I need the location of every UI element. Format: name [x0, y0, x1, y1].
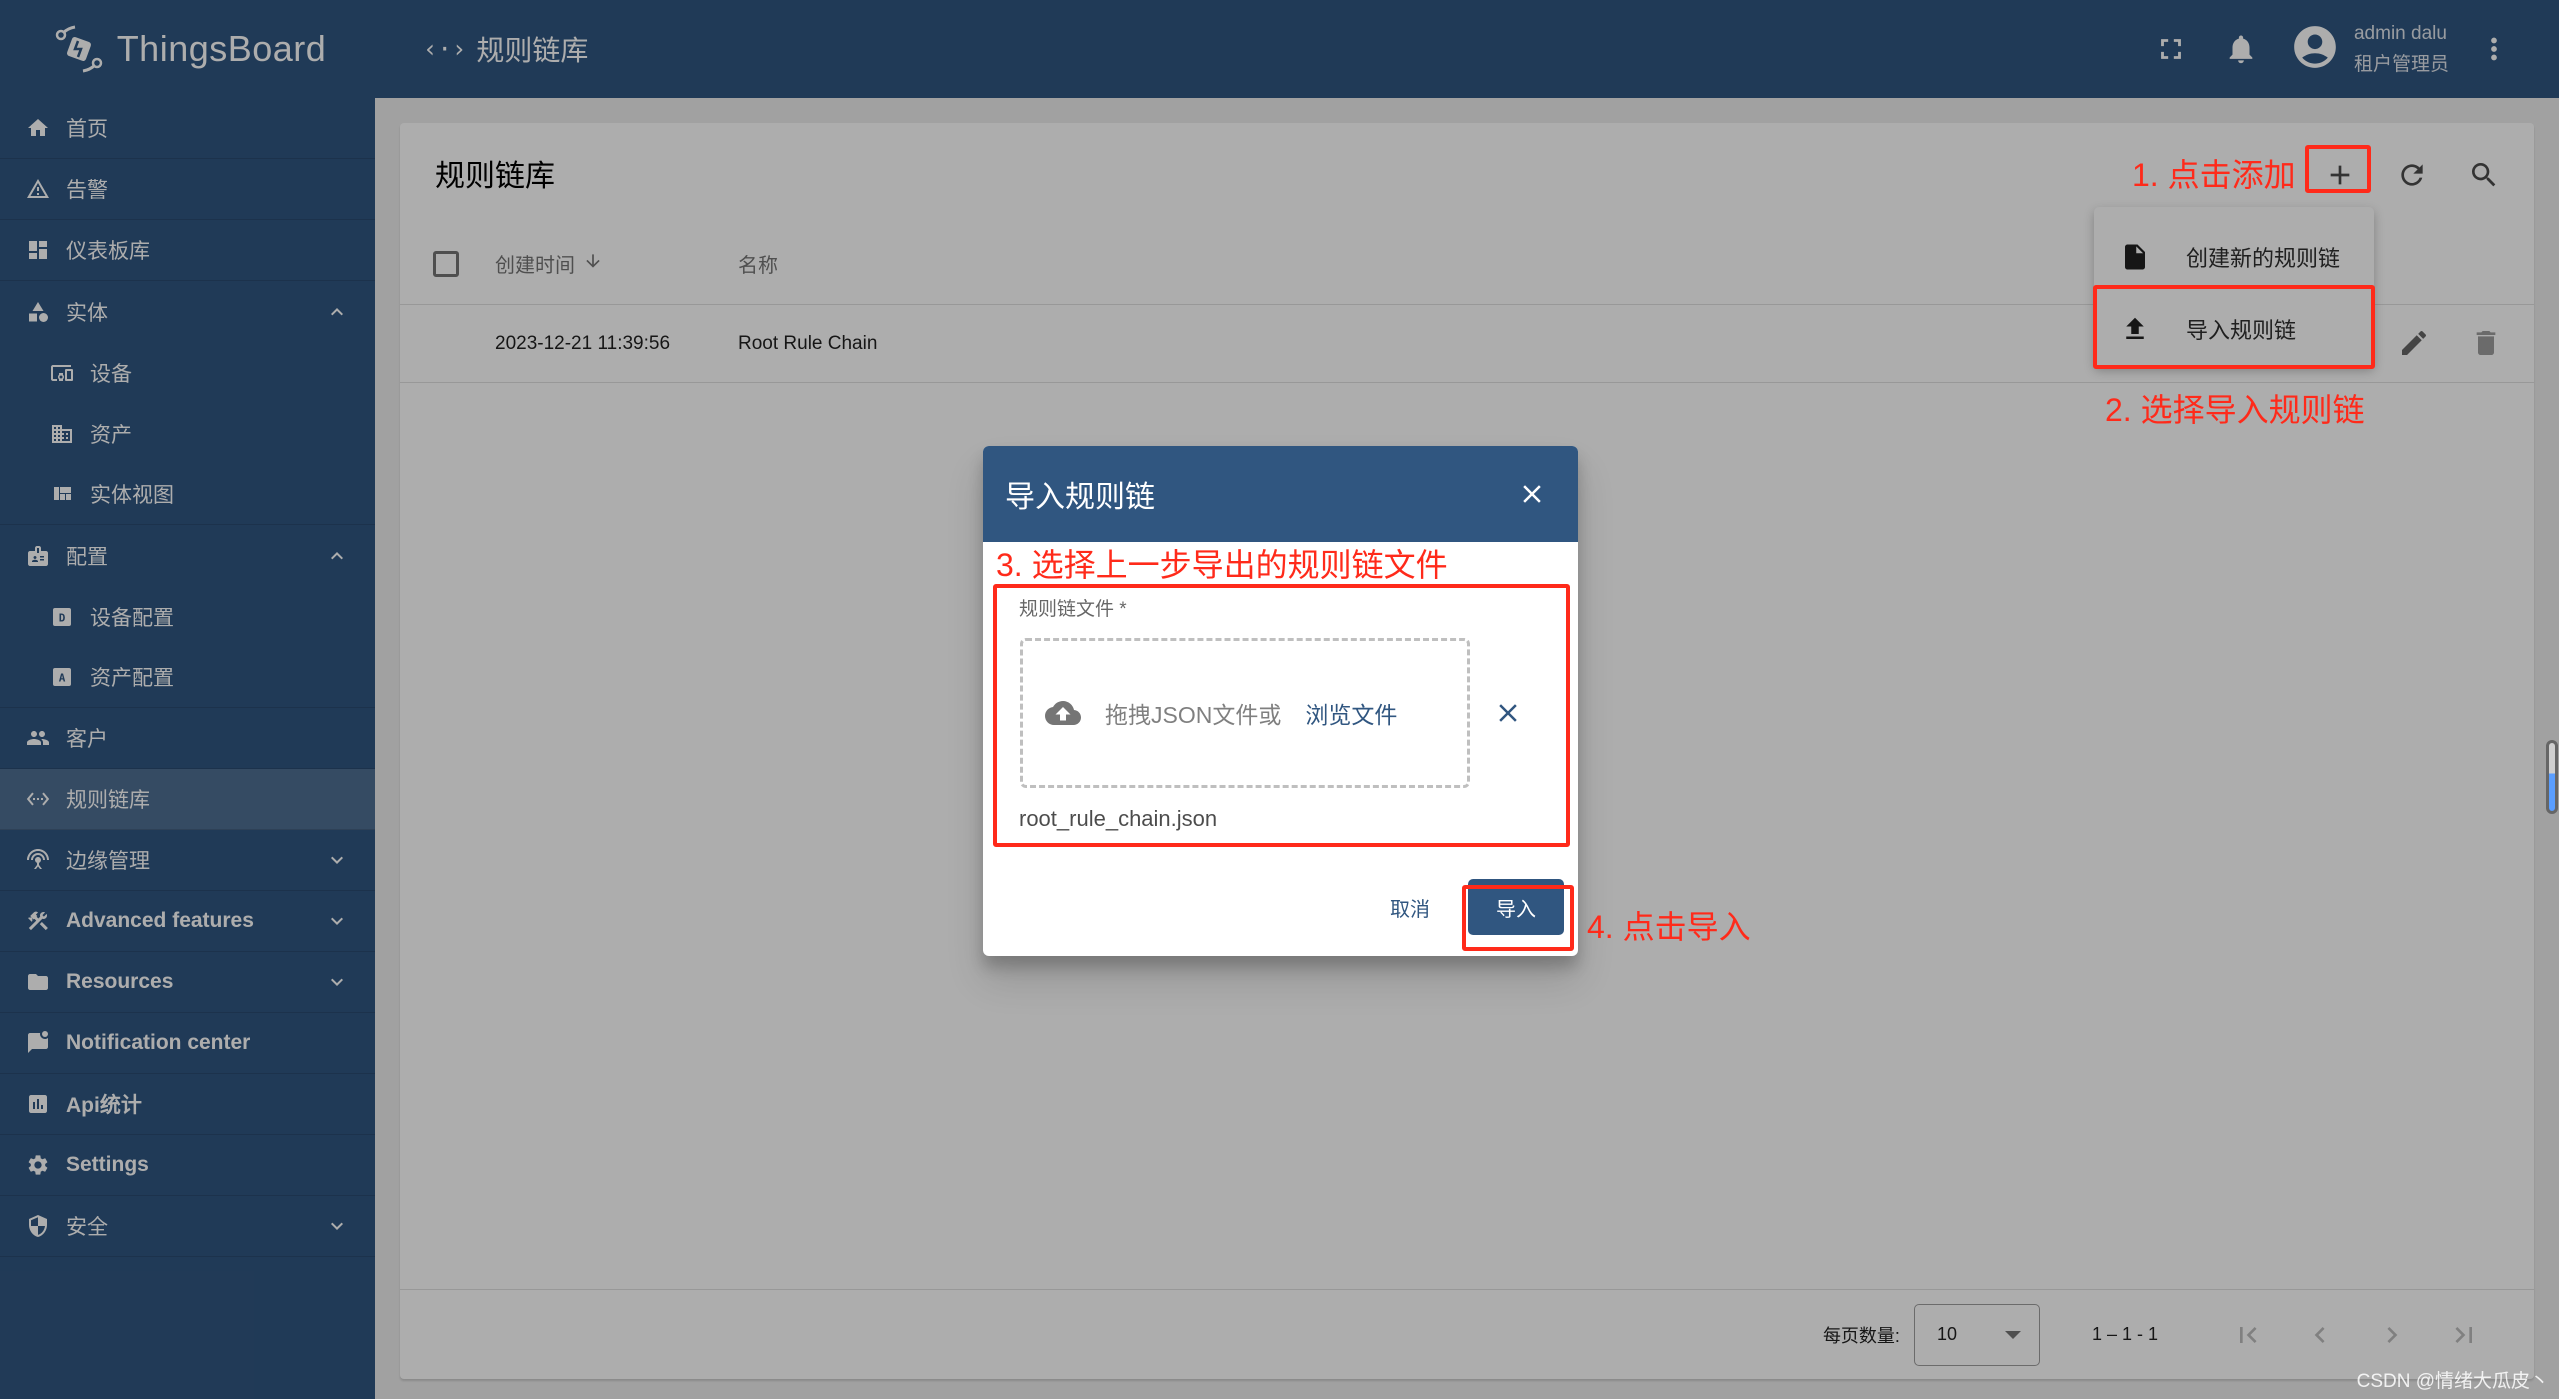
insert-drive-file-icon	[2125, 244, 2145, 270]
dialog-title: 导入规则链	[1005, 481, 1155, 514]
cancel-button[interactable]: 取消	[1372, 879, 1448, 936]
annotation-box-add	[2305, 145, 2371, 193]
page-scrollbar[interactable]	[2546, 740, 2558, 814]
annotation-step1: 1. 点击添加	[2132, 157, 2296, 193]
annotation-step4: 4. 点击导入	[1587, 909, 1751, 945]
annotation-step2: 2. 选择导入规则链	[2105, 392, 2365, 428]
annotation-box-import-button	[1462, 885, 1574, 951]
close-icon	[1523, 485, 1541, 503]
annotation-box-file	[993, 584, 1570, 847]
menu-item-create-rule-chain[interactable]: 创建新的规则链	[2094, 221, 2374, 293]
menu-item-label: 创建新的规则链	[2186, 246, 2341, 271]
annotation-box-import-menu	[2093, 285, 2375, 369]
dialog-close-button[interactable]	[1508, 470, 1556, 518]
annotation-step3: 3. 选择上一步导出的规则链文件	[996, 547, 1448, 583]
watermark: CSDN @情绪大瓜皮丶	[2356, 1371, 2549, 1392]
